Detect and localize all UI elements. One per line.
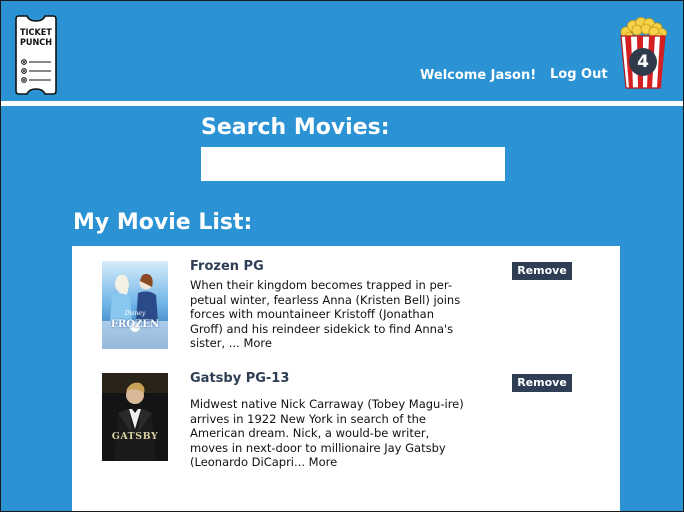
logout-link[interactable]: Log Out <box>550 67 608 82</box>
movie-description: Midwest native Nick Carraway (Tobey Magu… <box>190 397 466 470</box>
movie-title[interactable]: Gatsby PG-13 <box>190 371 289 386</box>
logo-text: TICKET PUNCH <box>20 28 52 48</box>
more-link[interactable]: More <box>243 336 272 350</box>
logo-line-1: TICKET <box>20 28 52 38</box>
search-input[interactable] <box>201 147 505 181</box>
movie-title[interactable]: Frozen PG <box>190 259 264 274</box>
gatsby-poster-title: GATSBY <box>111 431 159 442</box>
frozen-poster-title: FROZEN <box>110 319 160 330</box>
header-divider <box>0 101 684 106</box>
remove-button[interactable]: Remove <box>512 374 572 392</box>
cart-count-badge: 4 <box>629 48 657 76</box>
remove-button[interactable]: Remove <box>512 262 572 280</box>
search-heading: Search Movies: <box>201 115 390 140</box>
ticket-punch-logo[interactable]: TICKET PUNCH <box>15 15 57 95</box>
movie-description: When their kingdom becomes trapped in pe… <box>190 278 466 351</box>
movie-list-heading: My Movie List: <box>73 210 253 235</box>
gatsby-poster[interactable]: GATSBY <box>102 373 168 461</box>
ticket-logo-icon <box>15 15 57 95</box>
movie-list-panel: FROZEN Disney Frozen PG When their kingd… <box>72 246 620 512</box>
frozen-poster[interactable]: FROZEN Disney <box>102 261 168 349</box>
logo-line-2: PUNCH <box>20 38 53 48</box>
movie-description-text: When their kingdom becomes trapped in pe… <box>190 278 461 351</box>
more-link[interactable]: More <box>309 455 338 469</box>
frozen-poster-brand: Disney <box>124 310 146 317</box>
welcome-message: Welcome Jason! <box>420 68 537 83</box>
